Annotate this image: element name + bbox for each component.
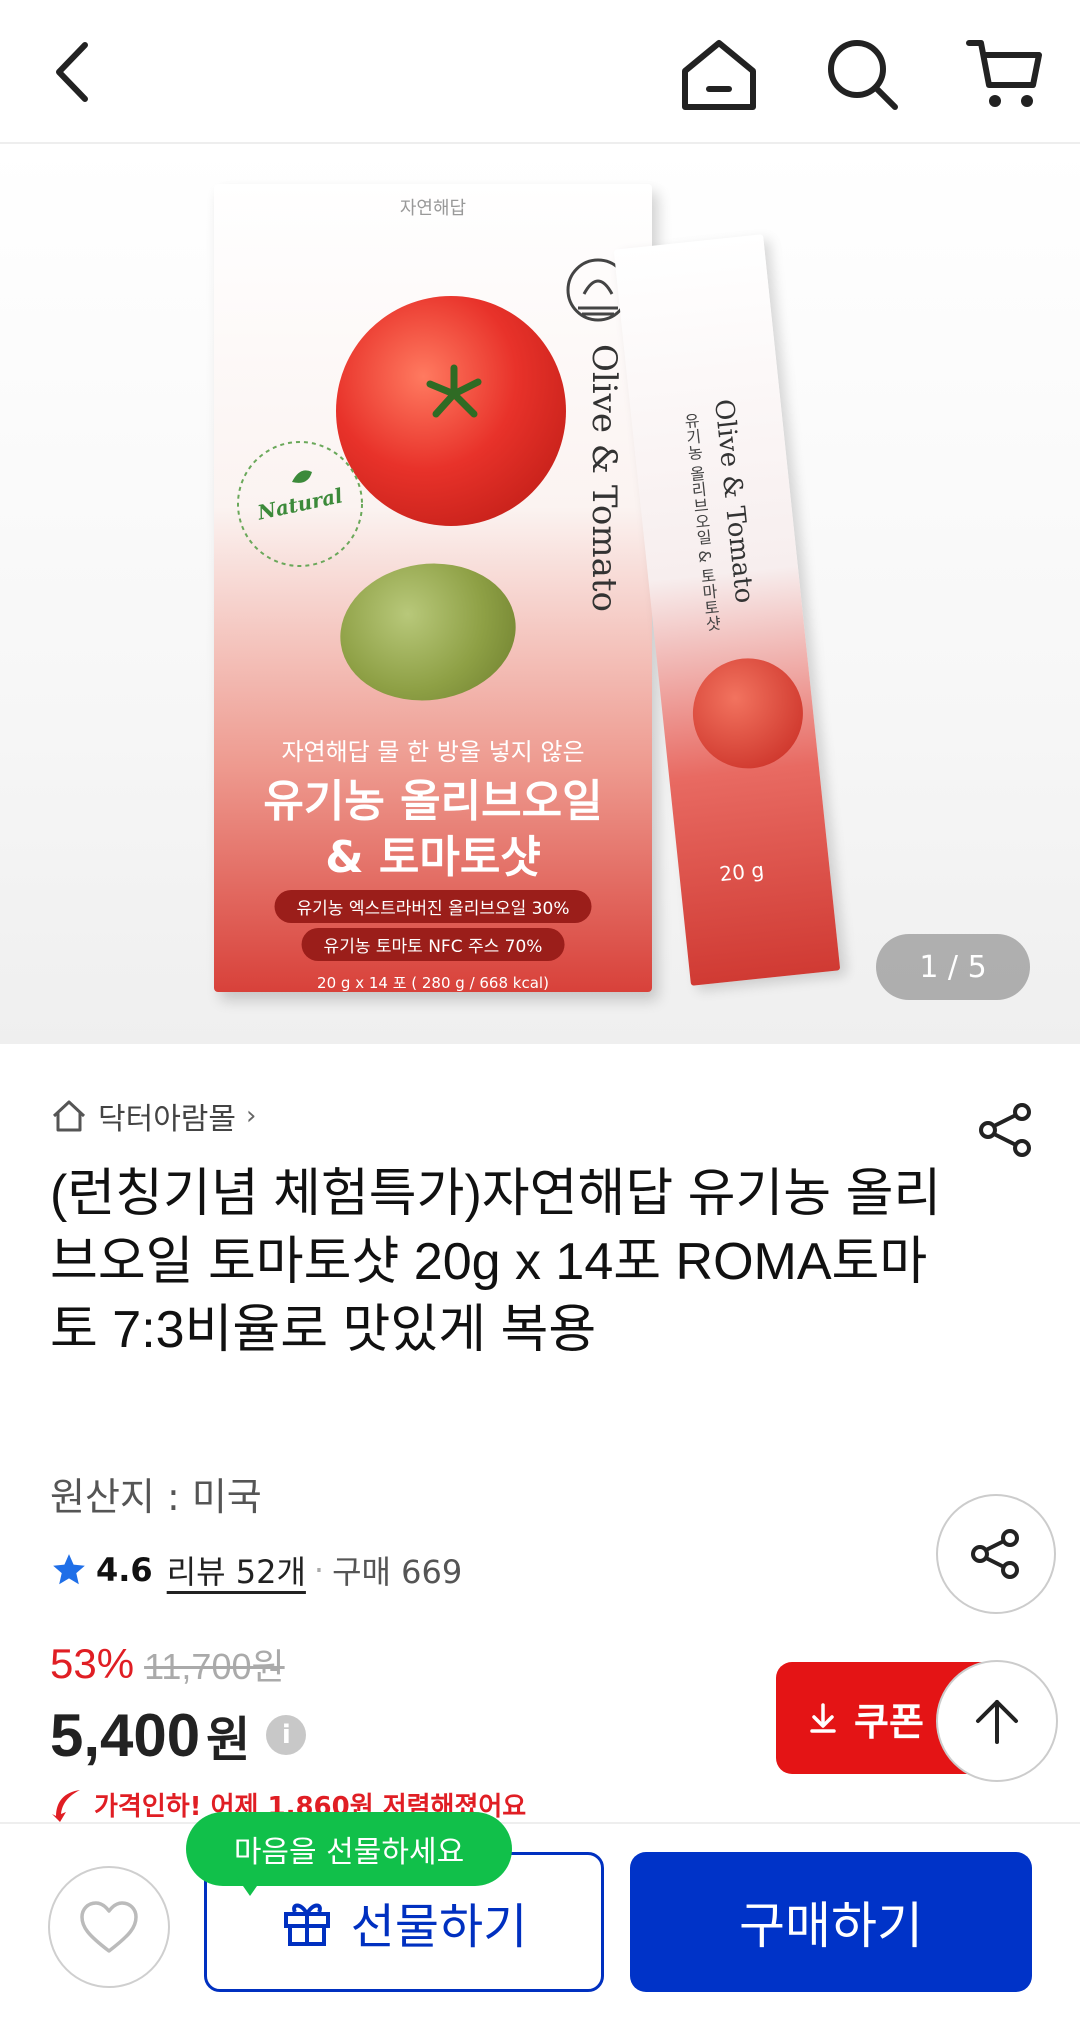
share-floating-button[interactable] <box>936 1494 1056 1614</box>
download-icon <box>810 1703 836 1733</box>
natural-badge: Natural <box>230 434 370 574</box>
share-button[interactable] <box>976 1100 1036 1160</box>
gift-label: 선물하기 <box>350 1899 528 1955</box>
purchase-count: 구매 669 <box>332 1553 463 1591</box>
product-box-image: 자연해답 Natural Olive & Tomato 자연해답 물 한 방울 … <box>214 184 652 992</box>
image-pager-indicator: 1 / 5 <box>876 934 1030 1000</box>
rating-row: 4.6 리뷰 52개 · 구매 669 <box>50 1546 462 1594</box>
store-name: 닥터아람몰 <box>98 1102 236 1137</box>
top-app-bar <box>0 0 1080 144</box>
box-ingredient-pill: 유기농 토마토 NFC 주스 70% <box>301 928 565 961</box>
heart-icon <box>80 1901 138 1953</box>
box-top-brand: 자연해답 <box>399 198 467 219</box>
olive-image <box>331 552 525 712</box>
box-ingredient-pill: 유기농 엑스트라버진 올리브오일 30% <box>274 890 592 923</box>
review-count-link[interactable]: 리뷰 52개 <box>167 1547 306 1593</box>
back-button[interactable] <box>30 30 114 114</box>
price-unit: 원 <box>206 1712 251 1768</box>
scroll-to-top-button[interactable] <box>936 1660 1058 1782</box>
original-price: 11,700원 <box>144 1646 285 1687</box>
product-title: (런칭기념 체험특가)자연해답 유기농 올리브오일 토마토샷 20g x 14포… <box>50 1165 942 1359</box>
discount-row: 53% 11,700원 <box>50 1638 285 1690</box>
gift-icon <box>283 1903 330 1946</box>
sale-price: 5,400 <box>50 1701 201 1769</box>
chevron-left-icon <box>56 42 88 102</box>
home-icon <box>682 40 756 110</box>
home-button[interactable] <box>674 30 764 120</box>
wishlist-button[interactable] <box>48 1866 170 1988</box>
arrow-up-icon <box>976 1700 1018 1744</box>
stick-weight: 20 g <box>718 857 766 887</box>
share-icon <box>979 1103 1031 1157</box>
buy-label: 구매하기 <box>739 1897 923 1955</box>
product-image-carousel[interactable]: 자연해답 Natural Olive & Tomato 자연해답 물 한 방울 … <box>0 144 1080 1044</box>
separator-dot: · <box>313 1551 325 1589</box>
coupon-label: 쿠폰 <box>854 1699 924 1744</box>
gift-tooltip-tail <box>236 1876 264 1896</box>
store-link[interactable]: 닥터아람몰 › <box>50 1094 256 1138</box>
chevron-right-icon: › <box>246 1101 257 1131</box>
tomato-stem-icon <box>426 364 482 418</box>
tomato-image <box>336 296 566 526</box>
buy-button[interactable]: 구매하기 <box>630 1852 1032 1992</box>
cart-button[interactable] <box>960 30 1050 120</box>
home-outline-icon <box>52 1100 86 1132</box>
info-icon[interactable]: i <box>266 1715 307 1755</box>
box-weight-info: 20 g x 14 포 ( 280 g / 668 kcal) <box>317 974 549 992</box>
rating-value: 4.6 <box>96 1551 153 1589</box>
product-origin: 원산지 : 미국 <box>50 1475 262 1519</box>
box-vertical-brand: Olive & Tomato <box>584 344 624 612</box>
price-row: 5,400 원 i <box>50 1700 307 1770</box>
box-subtitle: 자연해답 물 한 방울 넣지 않은 <box>281 738 585 766</box>
box-main-title: 유기농 올리브오일 & 토마토샷 <box>263 776 603 883</box>
share-icon <box>971 1529 1019 1579</box>
search-icon <box>828 40 898 110</box>
gift-tooltip: 마음을 선물하세요 <box>186 1812 512 1886</box>
star-icon <box>53 1554 85 1585</box>
bottom-action-bar: 선물하기 구매하기 <box>0 1822 1080 2022</box>
price-down-icon <box>52 1790 80 1822</box>
stick-tomato-image <box>687 652 809 774</box>
cart-icon <box>966 40 1042 107</box>
search-button[interactable] <box>818 30 908 120</box>
discount-rate: 53% <box>50 1640 135 1687</box>
